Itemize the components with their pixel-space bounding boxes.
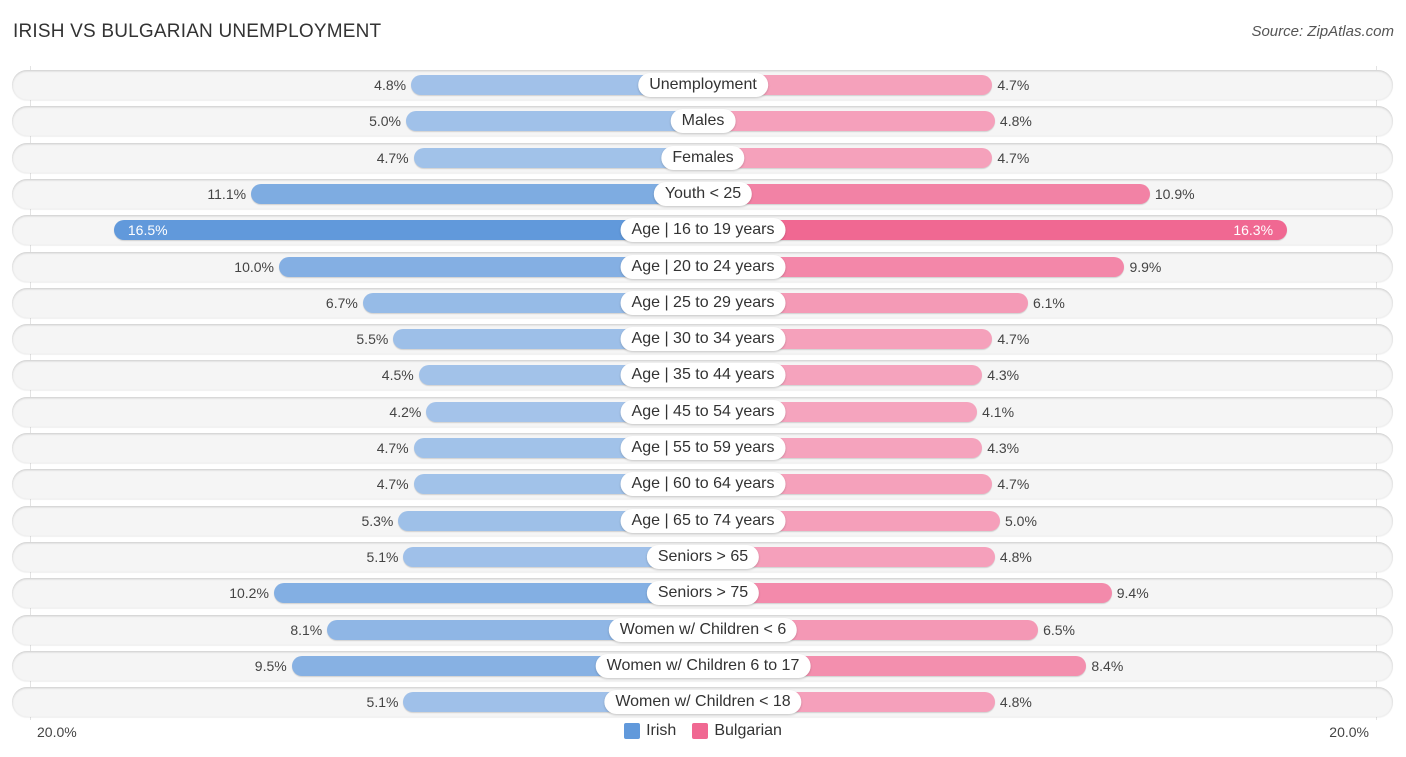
value-label-bulgarian: 4.3% — [987, 367, 1020, 384]
value-label-bulgarian: 4.8% — [999, 548, 1032, 565]
category-label: Age | 45 to 54 years — [620, 399, 786, 424]
legend-item-irish[interactable]: Irish — [624, 722, 676, 740]
legend-swatch-bulgarian — [692, 723, 709, 739]
category-label: Age | 25 to 29 years — [620, 290, 786, 315]
bar-irish[interactable] — [273, 583, 703, 604]
legend-swatch-irish — [624, 723, 641, 739]
value-label-bulgarian: 4.1% — [982, 403, 1015, 420]
value-label-bulgarian: 6.5% — [1043, 621, 1076, 638]
value-label-irish: 5.0% — [369, 113, 401, 130]
category-label: Seniors > 75 — [646, 581, 760, 606]
value-label-bulgarian: 4.7% — [997, 331, 1030, 348]
value-label-irish: 8.1% — [290, 621, 323, 638]
value-label-bulgarian: 10.9% — [1154, 185, 1195, 202]
bar-irish[interactable] — [251, 183, 703, 204]
value-label-irish: 6.7% — [325, 294, 358, 311]
value-label-irish: 5.1% — [366, 694, 399, 711]
value-label-bulgarian: 4.8% — [999, 694, 1032, 711]
value-label-irish: 10.0% — [234, 258, 274, 275]
value-label-irish: 4.8% — [374, 77, 407, 93]
bar-bulgarian[interactable] — [703, 220, 1288, 241]
bar-bulgarian[interactable] — [703, 183, 1150, 204]
value-label-bulgarian: 16.3% — [1233, 222, 1274, 239]
legend: Irish Bulgarian — [0, 722, 1406, 740]
value-label-irish: 4.2% — [389, 403, 422, 420]
bar-irish[interactable] — [406, 111, 703, 132]
value-label-irish: 4.7% — [376, 440, 409, 456]
value-label-bulgarian: 9.9% — [1129, 258, 1162, 275]
category-label: Age | 55 to 59 years — [620, 436, 786, 460]
category-label: Seniors > 65 — [646, 544, 760, 569]
value-label-bulgarian: 4.3% — [987, 440, 1020, 456]
value-label-irish: 4.5% — [381, 367, 414, 384]
bar-bulgarian[interactable] — [703, 111, 995, 132]
category-label: Women w/ Children 6 to 17 — [595, 653, 811, 678]
category-label: Women w/ Children < 18 — [604, 690, 802, 715]
legend-label-bulgarian: Bulgarian — [714, 722, 782, 739]
bar-bulgarian[interactable] — [703, 147, 993, 168]
category-label: Age | 20 to 24 years — [620, 254, 786, 279]
category-label: Age | 16 to 19 years — [620, 218, 786, 243]
bar-bulgarian[interactable] — [703, 583, 1112, 604]
value-label-bulgarian: 8.4% — [1091, 657, 1124, 674]
value-label-bulgarian: 4.7% — [997, 77, 1030, 93]
bar-irish[interactable] — [413, 147, 703, 168]
value-label-bulgarian: 4.7% — [997, 476, 1030, 493]
value-label-bulgarian: 4.8% — [999, 113, 1032, 130]
bar-irish[interactable] — [113, 220, 703, 241]
value-label-bulgarian: 5.0% — [1005, 512, 1037, 529]
value-label-irish: 5.1% — [366, 548, 399, 565]
value-label-irish: 9.5% — [254, 657, 287, 674]
value-label-irish: 5.5% — [356, 331, 389, 348]
value-label-irish: 4.7% — [376, 476, 409, 493]
value-label-bulgarian: 6.1% — [1032, 294, 1065, 311]
category-label: Age | 65 to 74 years — [620, 508, 786, 533]
value-label-irish: 5.3% — [361, 512, 394, 529]
category-label: Women w/ Children < 6 — [608, 617, 798, 642]
value-label-irish: 11.1% — [207, 185, 247, 202]
value-label-bulgarian: 4.7% — [997, 149, 1030, 166]
category-label: Females — [661, 145, 745, 170]
value-label-bulgarian: 9.4% — [1116, 585, 1149, 602]
value-label-irish: 10.2% — [229, 585, 269, 602]
category-label: Youth < 25 — [653, 181, 753, 206]
category-label: Age | 60 to 64 years — [620, 472, 786, 497]
legend-label-irish: Irish — [646, 722, 677, 739]
value-label-irish: 16.5% — [127, 222, 168, 239]
value-label-irish: 4.7% — [376, 149, 409, 166]
category-label: Age | 30 to 34 years — [620, 327, 786, 352]
diverging-bar-chart: 4.8% 4.7% Unemployment 5.0% 4.8% Males 4.7% 4.7… — [0, 0, 1406, 757]
legend-item-bulgarian[interactable]: Bulgarian — [692, 722, 782, 740]
category-label: Unemployment — [638, 73, 768, 97]
category-label: Males — [670, 109, 736, 134]
category-label: Age | 35 to 44 years — [620, 363, 786, 388]
